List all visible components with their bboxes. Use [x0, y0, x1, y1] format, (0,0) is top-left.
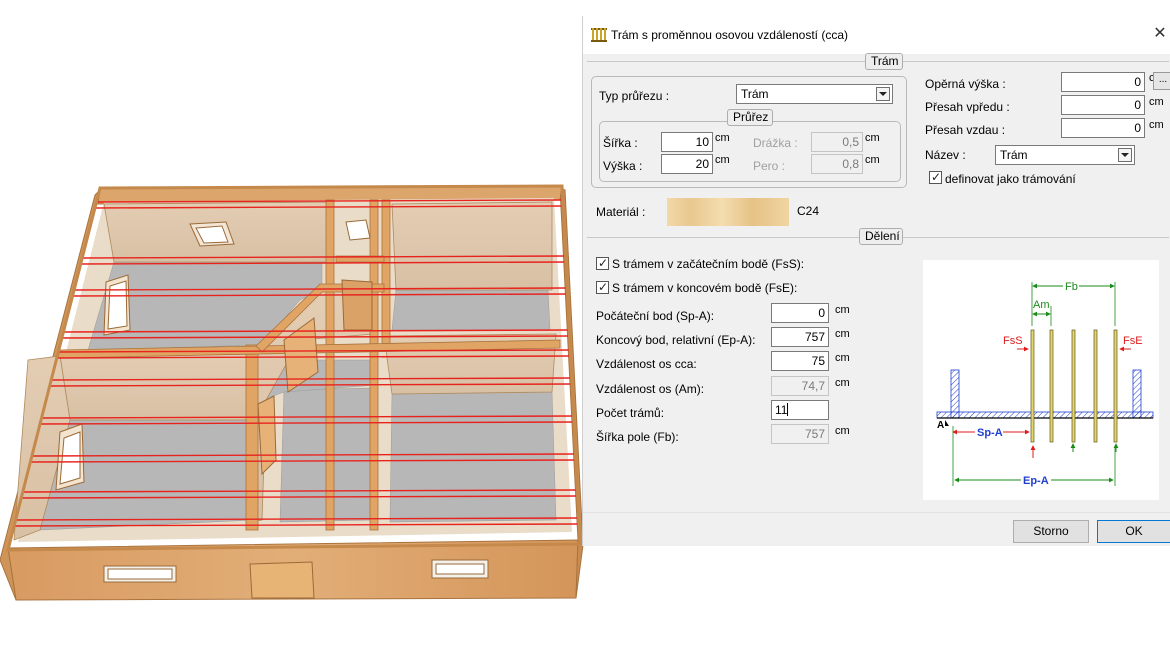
groove-input[interactable]: 0,5 — [811, 132, 863, 152]
width-unit: cm — [715, 132, 730, 144]
support-height-label: Opěrná výška : — [925, 77, 1006, 91]
height-unit: cm — [715, 154, 730, 166]
division-section-label: Dělení — [859, 228, 903, 245]
start-point-input[interactable]: 0 — [771, 303, 829, 323]
fss-label: FsS — [1003, 335, 1023, 347]
section-type-label: Typ průřezu : — [599, 89, 670, 103]
fse-label: FsE — [1123, 335, 1143, 347]
profile-section-label: Průřez — [727, 109, 773, 126]
end-point-label: Koncový bod, relativní (Ep-A): — [596, 333, 756, 347]
field-width-unit: cm — [835, 425, 850, 437]
section-type-dropdown[interactable]: Trám — [736, 84, 893, 104]
material-swatch[interactable] — [667, 198, 789, 226]
beam-foot-arrows — [1030, 443, 1119, 458]
close-icon[interactable]: ✕ — [1149, 22, 1170, 46]
front-overhang-input[interactable]: 0 — [1061, 95, 1145, 115]
title-bar[interactable]: Trám s proměnnou osovou vzdáleností (cca… — [583, 16, 1170, 54]
height-label: Výška : — [603, 159, 643, 173]
diagram-beams — [1030, 329, 1118, 443]
chevron-down-icon[interactable] — [876, 87, 890, 101]
footer-divider — [583, 512, 1170, 513]
name-value: Trám — [1000, 148, 1028, 162]
support-height-input[interactable]: 0 — [1061, 72, 1145, 92]
axis-distance-input[interactable]: 74,7 — [771, 376, 829, 396]
end-beam-label: S trámem v koncovém bodě (FsE): — [612, 281, 798, 295]
epa-label: Ep-A — [1023, 475, 1049, 487]
diagram-right-wall — [1132, 369, 1142, 419]
section-type-value: Trám — [741, 87, 769, 101]
end-point-unit: cm — [835, 328, 850, 340]
start-beam-label: S trámem v začátečním bodě (FsS): — [612, 257, 805, 271]
axis-distance-approx-unit: cm — [835, 352, 850, 364]
beam-icon — [591, 28, 607, 42]
groove-label: Drážka : — [753, 136, 798, 150]
axis-distance-label: Vzdálenost os (Am): — [596, 382, 705, 396]
tongue-input[interactable]: 0,8 — [811, 154, 863, 174]
beam-count-label: Počet trámů: — [596, 406, 665, 420]
axis-distance-unit: cm — [835, 377, 850, 389]
name-dropdown[interactable]: Trám — [995, 145, 1135, 165]
tongue-label: Pero : — [753, 159, 786, 173]
chevron-down-icon[interactable] — [1118, 148, 1132, 162]
material-value: C24 — [797, 204, 820, 218]
tongue-unit: cm — [865, 154, 880, 166]
field-width-label: Šířka pole (Fb): — [596, 430, 679, 444]
field-width-input[interactable]: 757 — [771, 424, 829, 444]
beam-section-label: Trám — [865, 53, 903, 70]
front-overhang-label: Přesah vpředu : — [925, 100, 1010, 114]
back-overhang-label: Přesah vzdau : — [925, 123, 1006, 137]
check-icon: ✓ — [598, 280, 609, 294]
division-diagram: Fb Am FsS FsE A Sp-A Ep-A — [923, 260, 1159, 500]
width-input[interactable]: 10 — [661, 132, 713, 152]
more-options-button[interactable]: ... — [1153, 72, 1170, 90]
am-label: Am — [1033, 299, 1050, 311]
start-beam-checkbox[interactable]: ✓ — [596, 256, 609, 270]
width-label: Šířka : — [603, 136, 638, 150]
text-cursor — [787, 403, 789, 416]
check-icon: ✓ — [598, 256, 609, 270]
ok-button[interactable]: OK — [1097, 520, 1170, 543]
material-label: Materiál : — [596, 205, 646, 219]
front-overhang-unit: cm — [1149, 96, 1164, 108]
diagram-left-wall — [950, 369, 960, 419]
dialog-title: Trám s proměnnou osovou vzdáleností (cca… — [611, 28, 848, 42]
beam-count-value: 11 — [775, 403, 788, 417]
a-label: A — [937, 420, 944, 431]
spa-label: Sp-A — [977, 427, 1003, 439]
define-as-joists-checkbox[interactable]: ✓ — [929, 170, 942, 184]
back-overhang-input[interactable]: 0 — [1061, 118, 1145, 138]
height-input[interactable]: 20 — [661, 154, 713, 174]
beam-dialog: Trám s proměnnou osovou vzdáleností (cca… — [582, 16, 1170, 546]
end-point-input[interactable]: 757 — [771, 327, 829, 347]
a-origin-marker — [945, 420, 949, 426]
name-label: Název : — [925, 148, 966, 162]
diagram-floor — [936, 411, 1154, 419]
define-as-joists-label: definovat jako trámování — [945, 172, 1076, 186]
back-overhang-unit: cm — [1149, 119, 1164, 131]
check-icon: ✓ — [931, 170, 942, 184]
end-beam-checkbox[interactable]: ✓ — [596, 280, 609, 294]
axis-distance-approx-input[interactable]: 75 — [771, 351, 829, 371]
axis-distance-approx-label: Vzdálenost os cca: — [596, 357, 697, 371]
groove-unit: cm — [865, 132, 880, 144]
beam-count-input[interactable]: 11 — [771, 400, 829, 420]
start-point-label: Počáteční bod (Sp-A): — [596, 309, 715, 323]
3d-model-view[interactable] — [0, 0, 585, 650]
fb-label: Fb — [1065, 281, 1078, 293]
start-point-unit: cm — [835, 304, 850, 316]
cancel-button[interactable]: Storno — [1013, 520, 1089, 543]
